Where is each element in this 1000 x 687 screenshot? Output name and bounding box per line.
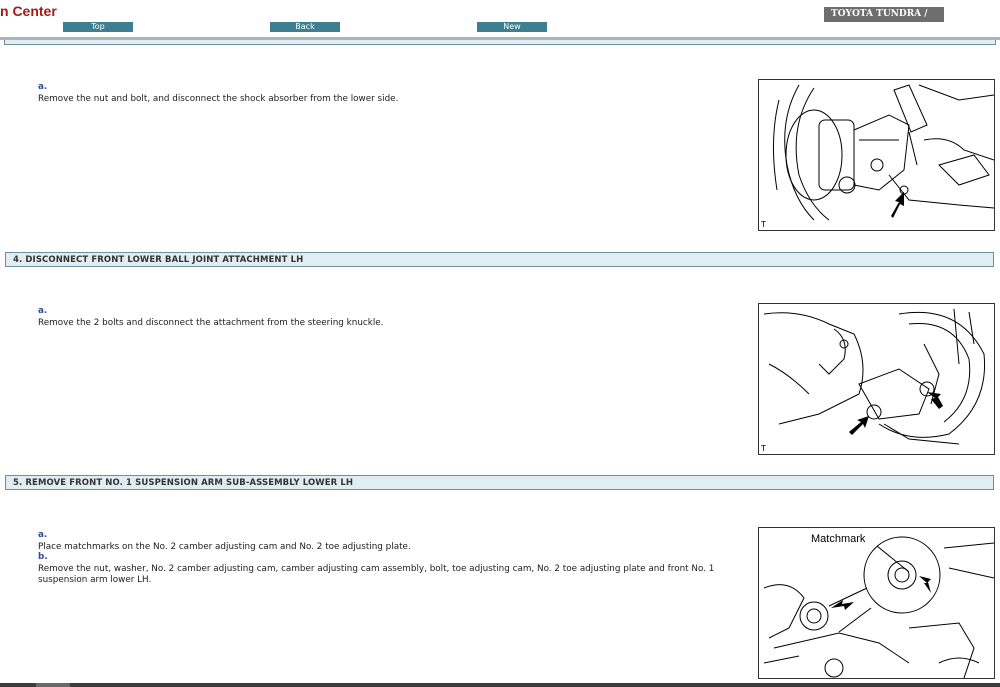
- back-button[interactable]: Back: [270, 22, 340, 32]
- step-remove-arm: b.Remove the nut, washer, No. 2 camber a…: [38, 552, 738, 587]
- section-heading-4: 4. DISCONNECT FRONT LOWER BALL JOINT ATT…: [5, 252, 994, 267]
- step-ball-joint: a.Remove the 2 bolts and disconnect the …: [38, 306, 738, 329]
- shock-absorber-drawing: [772, 84, 994, 221]
- illustration-corner-mark: T: [761, 220, 766, 229]
- matchmark-callout: Matchmark: [811, 533, 866, 545]
- horizontal-scrollbar[interactable]: [0, 683, 1000, 687]
- step-text: Remove the nut, washer, No. 2 camber adj…: [38, 563, 715, 586]
- scrollbar-thumb[interactable]: [36, 683, 70, 687]
- illustration-shock-absorber: T: [758, 79, 995, 231]
- section-heading-5: 5. REMOVE FRONT NO. 1 SUSPENSION ARM SUB…: [5, 475, 994, 490]
- site-title: n Center: [0, 3, 57, 19]
- new-button[interactable]: New: [477, 22, 547, 32]
- previous-section-heading: [4, 40, 996, 45]
- step-label: a.: [38, 530, 48, 540]
- vehicle-label: TOYOTA TUNDRA /: [824, 7, 944, 22]
- step-label: a.: [38, 306, 48, 316]
- step-text: Remove the nut and bolt, and disconnect …: [38, 93, 399, 104]
- illustration-corner-mark: T: [761, 444, 766, 453]
- header-bar: n Center Top Back New TOYOTA TUNDRA /: [0, 0, 1000, 38]
- top-button[interactable]: Top: [63, 22, 133, 32]
- suspension-arm-drawing: [763, 536, 994, 678]
- step-label: a.: [38, 82, 48, 92]
- illustration-ball-joint: T: [758, 303, 995, 455]
- step-text: Remove the 2 bolts and disconnect the at…: [38, 317, 384, 328]
- step-label: b.: [38, 552, 48, 562]
- step-shock-absorber: a.Remove the nut and bolt, and disconnec…: [38, 82, 738, 105]
- ball-joint-drawing: [763, 308, 986, 445]
- step-matchmarks: a.Place matchmarks on the No. 2 camber a…: [38, 530, 738, 553]
- illustration-suspension-arm: Matchmark: [758, 527, 995, 679]
